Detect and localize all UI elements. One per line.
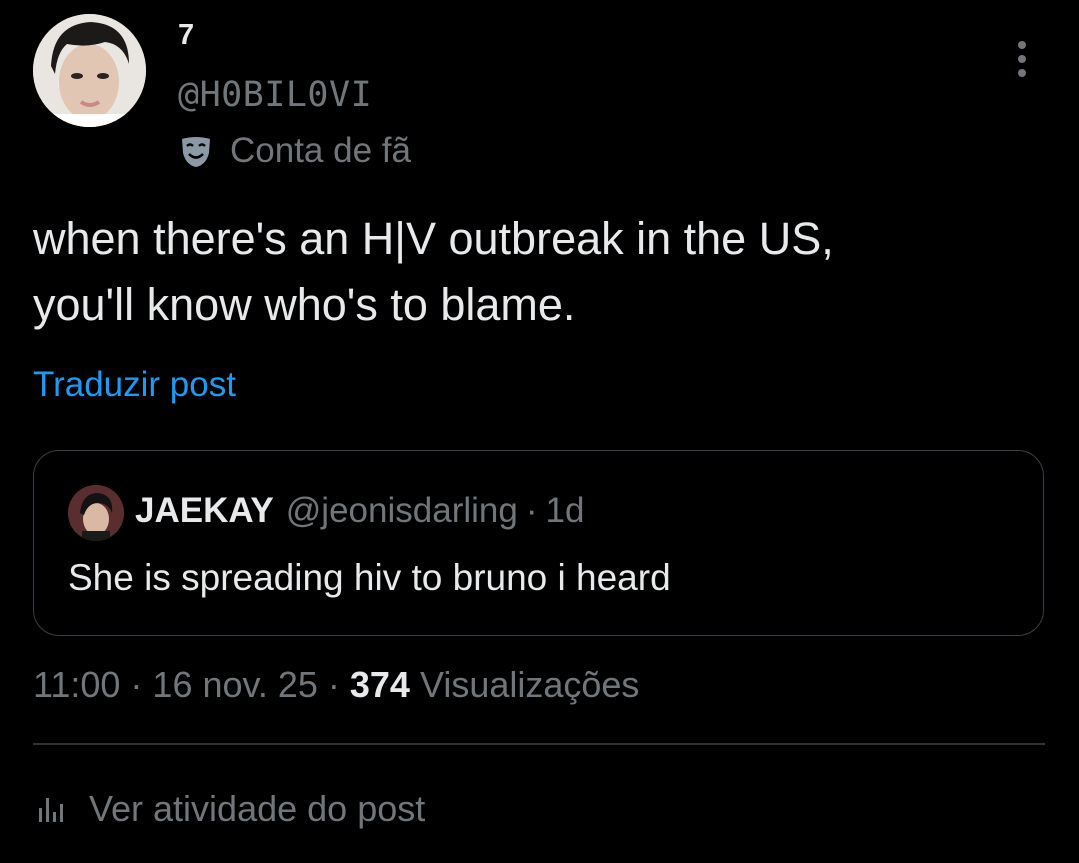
quoted-author-name[interactable]: JAEKAY: [135, 491, 274, 531]
meta-separator: ·: [327, 664, 340, 705]
quoted-separator: ·: [525, 491, 538, 530]
theater-mask-icon: [182, 137, 210, 167]
post-text-line: you'll know who's to blame.: [33, 279, 576, 330]
more-options-button[interactable]: [1002, 38, 1042, 80]
avatar-image: [33, 14, 146, 127]
fan-account-badge: Conta de fã: [178, 130, 411, 172]
views-count: 374: [349, 664, 410, 705]
quoted-author-avatar[interactable]: [68, 485, 124, 541]
activity-label: Ver atividade do post: [89, 788, 426, 829]
views-label: Visualizações: [419, 664, 640, 705]
quoted-post-text: She is spreading hiv to bruno i heard: [68, 557, 671, 598]
bar-chart-icon: [39, 798, 63, 822]
post-time[interactable]: 11:00: [33, 664, 120, 706]
fan-badge-label: Conta de fã: [230, 131, 411, 170]
more-dots-icon: [1018, 41, 1026, 77]
translate-post-link[interactable]: Traduzir post: [33, 364, 236, 406]
quoted-avatar-image: [68, 485, 124, 541]
quoted-post[interactable]: JAEKAY @jeonisdarling · 1d She is spread…: [33, 450, 1044, 636]
author-avatar[interactable]: [33, 14, 146, 127]
post-date[interactable]: 16 nov. 25: [152, 664, 317, 706]
meta-separator: ·: [130, 664, 143, 705]
author-display-name[interactable]: 7: [178, 18, 194, 52]
post-metadata: 11:00 · 16 nov. 25 · 374 Visualizações: [33, 662, 639, 708]
divider: [33, 743, 1045, 745]
quoted-post-header: JAEKAY @jeonisdarling · 1d: [135, 489, 584, 533]
quoted-post-time[interactable]: 1d: [545, 491, 584, 531]
post: 7 @H0BIL0VI Conta de fã when there's an …: [0, 0, 1079, 863]
post-activity-link[interactable]: Ver atividade do post: [33, 786, 425, 832]
post-text-line: when there's an H|V outbreak in the US,: [33, 213, 834, 264]
author-handle[interactable]: @H0BIL0VI: [178, 74, 372, 116]
post-text: when there's an H|V outbreak in the US, …: [33, 206, 1033, 338]
quoted-author-handle[interactable]: @jeonisdarling: [286, 491, 518, 531]
